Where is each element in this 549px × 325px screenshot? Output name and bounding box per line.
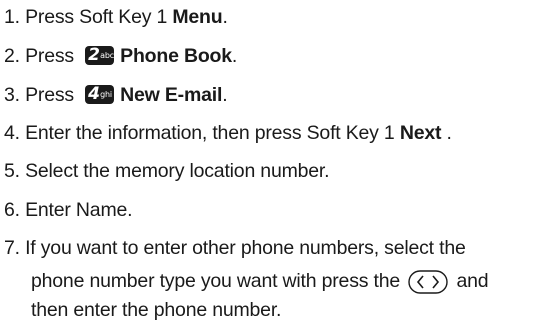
step-number: 1. (4, 6, 20, 28)
step-6: 6. Enter Name. (4, 199, 133, 221)
step-number: 3. (4, 84, 20, 106)
step-number: 6. (4, 199, 20, 221)
step-7-line-2: phone number type you want with press th… (31, 270, 489, 300)
step-number: 2. (4, 45, 20, 67)
new-email-label: New E-mail (120, 84, 223, 106)
step-number: 7. (4, 237, 20, 259)
phone-book-label: Phone Book (120, 45, 232, 67)
left-right-navigation-key-icon (408, 270, 448, 300)
step-2: 2. Press 2 abc Phone Book. (4, 45, 238, 67)
step-number: 4. (4, 122, 20, 144)
step-7-line-3: then enter the phone number. (31, 299, 282, 321)
keypad-4-ghi-icon: 4 ghi (85, 84, 115, 104)
keypad-2-abc-icon: 2 abc (85, 45, 115, 65)
next-label: Next (399, 122, 442, 144)
step-4: 4. Enter the information, then press Sof… (4, 122, 452, 144)
step-3: 3. Press 4 ghi New E-mail. (4, 84, 228, 106)
step-1: 1. Press Soft Key 1 Menu. (4, 6, 228, 28)
step-number: 5. (4, 160, 20, 182)
menu-label: Menu (172, 6, 223, 28)
step-7: 7. If you want to enter other phone numb… (4, 237, 466, 259)
step-5: 5. Select the memory location number. (4, 160, 330, 182)
